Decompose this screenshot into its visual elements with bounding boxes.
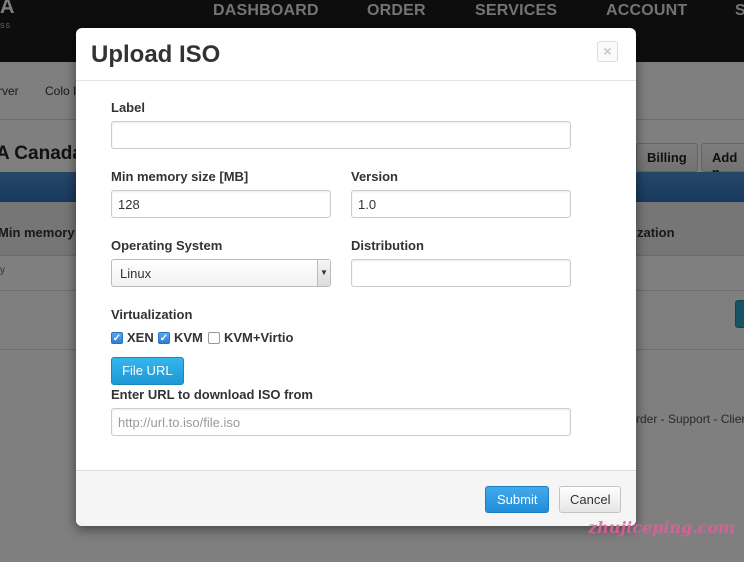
kvm-label[interactable]: KVM	[174, 330, 203, 345]
version-label: Version	[351, 169, 398, 184]
version-input[interactable]	[351, 190, 571, 218]
kvm-virtio-checkbox[interactable]	[208, 332, 220, 344]
dialog-footer: Submit Cancel	[76, 470, 636, 526]
cancel-button[interactable]: Cancel	[559, 486, 622, 513]
virtualization-label: Virtualization	[111, 307, 193, 322]
operating-system-value: Linux	[120, 266, 152, 281]
close-icon[interactable]: ×	[597, 41, 618, 62]
iso-url-input[interactable]	[111, 408, 571, 436]
dialog-title: Upload ISO	[91, 41, 221, 68]
url-field-label: Enter URL to download ISO from	[111, 387, 313, 402]
watermark-text: zhujiceping.com	[588, 518, 736, 537]
submit-button[interactable]: Submit	[485, 486, 550, 513]
operating-system-label: Operating System	[111, 238, 223, 253]
kvm-virtio-label[interactable]: KVM+Virtio	[224, 330, 293, 345]
upload-iso-dialog: Upload ISO × Label Min memory size [MB] …	[76, 28, 636, 526]
distribution-input[interactable]	[351, 259, 571, 287]
dialog-header: Upload ISO ×	[76, 28, 636, 81]
min-memory-input[interactable]	[111, 190, 331, 218]
chevron-down-icon: ▼	[317, 260, 330, 286]
kvm-checkbox[interactable]: ✓	[158, 332, 170, 344]
xen-label[interactable]: XEN	[127, 330, 154, 345]
distribution-label: Distribution	[351, 238, 424, 253]
xen-checkbox[interactable]: ✓	[111, 332, 123, 344]
label-input[interactable]	[111, 121, 571, 149]
min-memory-label: Min memory size [MB]	[111, 169, 249, 184]
file-url-button[interactable]: File URL	[111, 357, 184, 385]
operating-system-select[interactable]: Linux ▼	[111, 259, 331, 287]
label-field-label: Label	[111, 100, 145, 115]
